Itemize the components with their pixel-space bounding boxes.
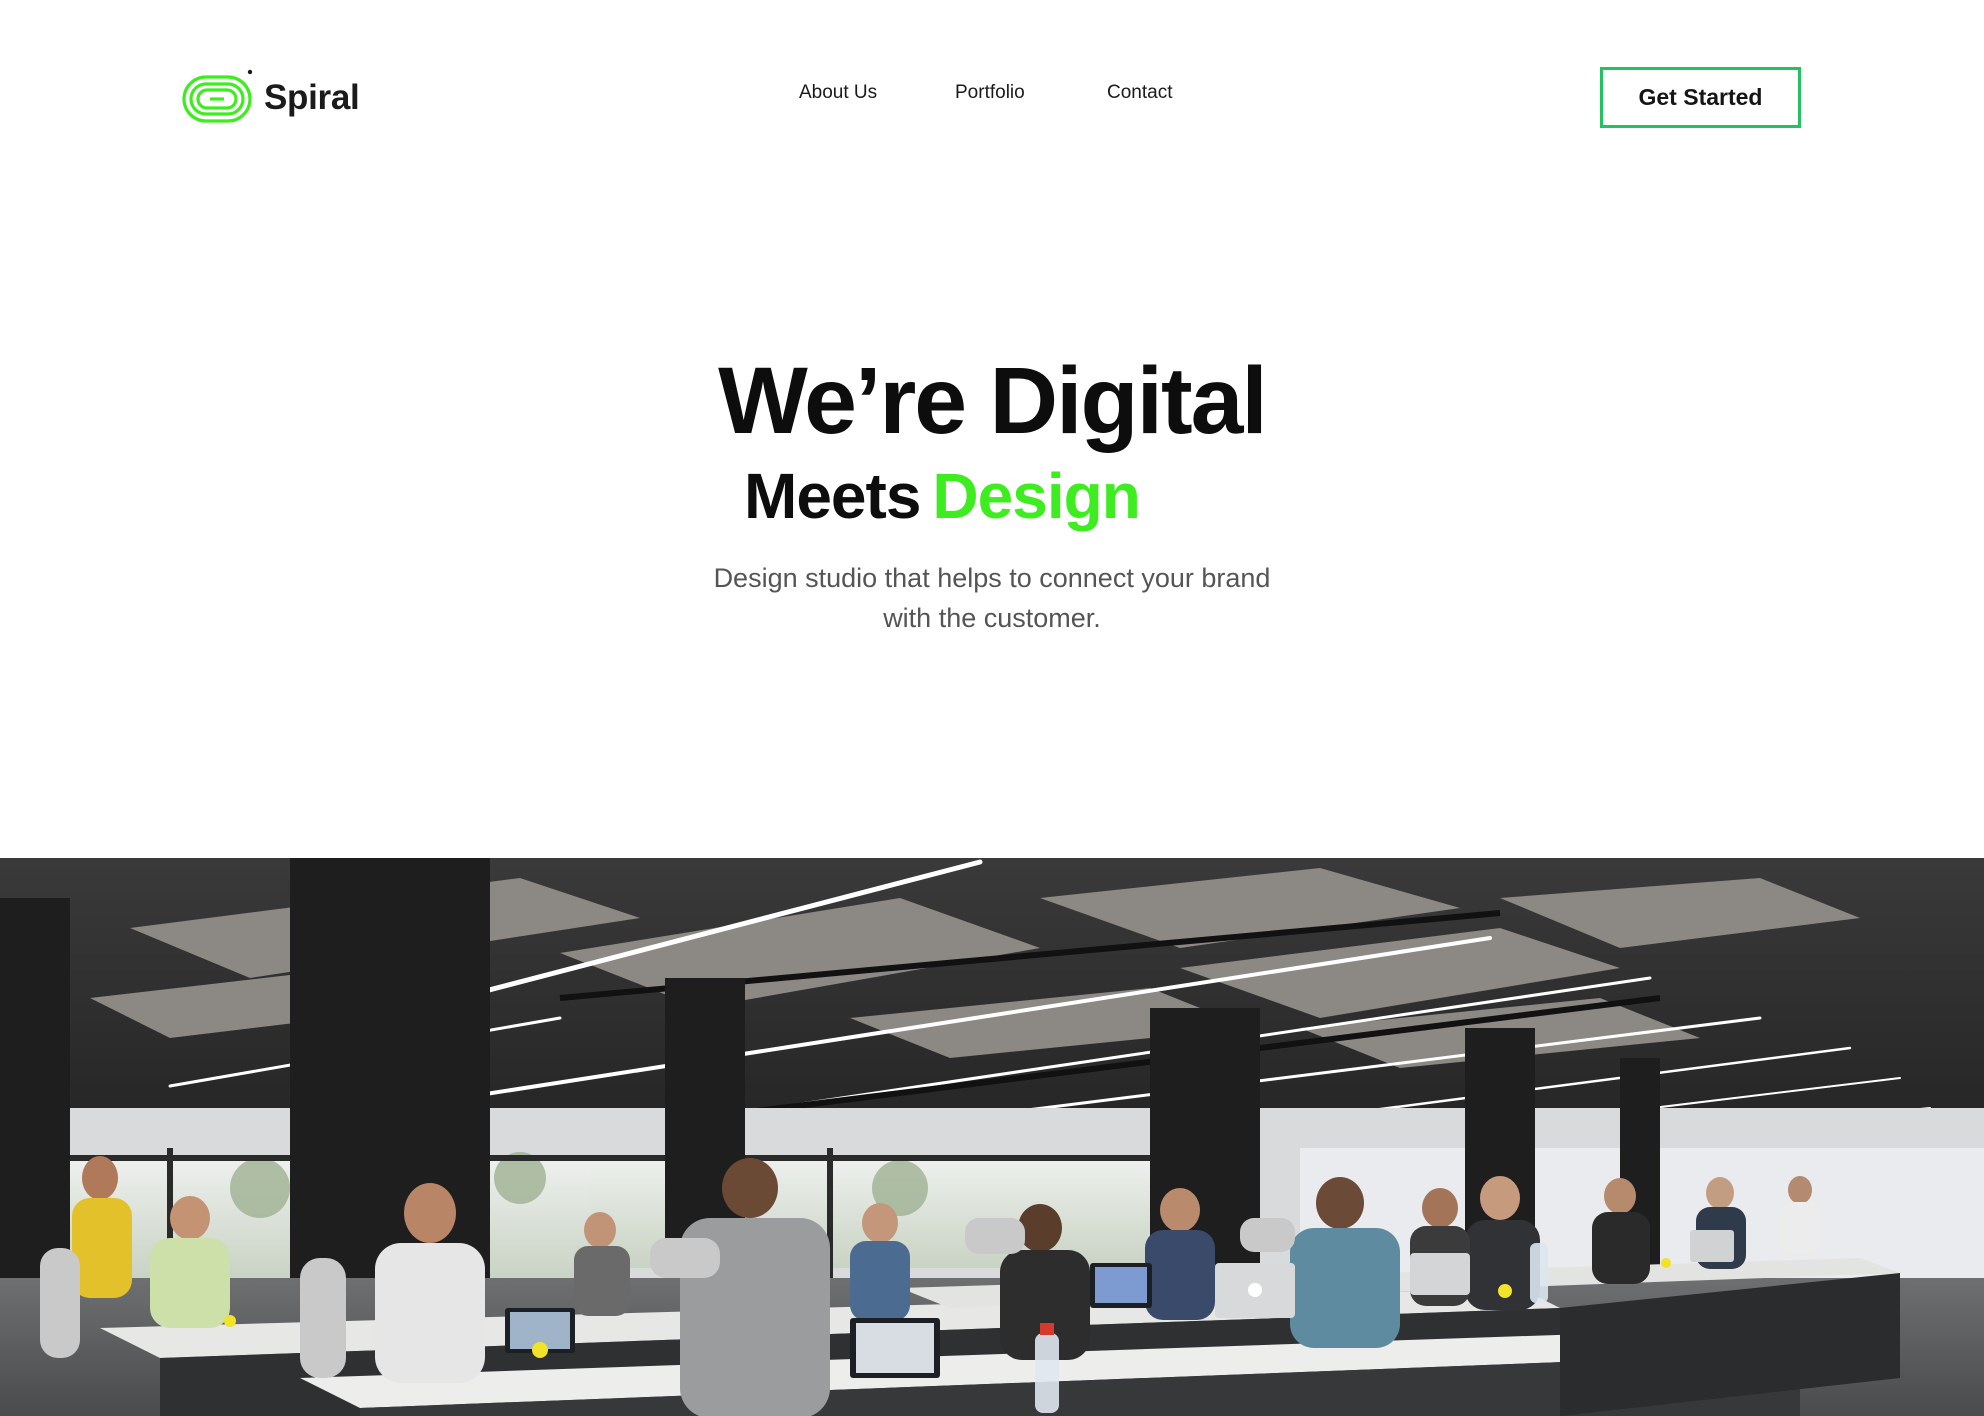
hero-title-word-design: Design	[932, 460, 1140, 532]
hero-title-line1: We’re Digital	[718, 348, 1268, 454]
landing-page: Spiral About Us Portfolio Contact Get St…	[0, 0, 1984, 1416]
hero-subtitle-line2: with the customer.	[883, 603, 1101, 633]
site-header: Spiral About Us Portfolio Contact Get St…	[0, 0, 1984, 200]
hero-subtitle: Design studio that helps to connect your…	[0, 558, 1984, 638]
hero-title-line2: Meets Design	[744, 456, 1141, 536]
hero-subtitle-line1: Design studio that helps to connect your…	[713, 563, 1271, 593]
nav-link-contact[interactable]: Contact	[1107, 82, 1172, 104]
office-photo	[0, 858, 1984, 1416]
nav-link-about-us[interactable]: About Us	[799, 82, 877, 104]
office-photo-illustration	[0, 858, 1984, 1416]
hero-title-word-meets: Meets	[744, 460, 921, 532]
get-started-button[interactable]: Get Started	[1600, 67, 1801, 128]
nav-link-portfolio[interactable]: Portfolio	[955, 82, 1025, 104]
